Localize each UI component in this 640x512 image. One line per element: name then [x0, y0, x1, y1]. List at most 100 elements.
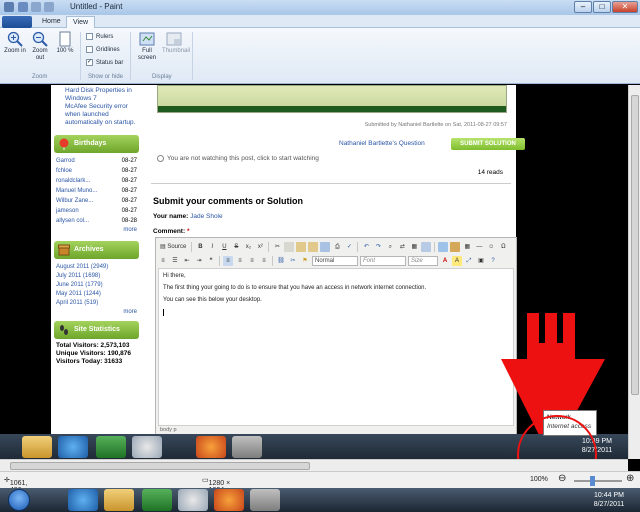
system-clock[interactable]: 10:44 PM 8/27/2011	[582, 491, 636, 509]
redo-icon[interactable]	[44, 2, 54, 12]
undo-icon[interactable]: ↶	[361, 242, 371, 252]
align-right-icon[interactable]: ≡	[247, 256, 257, 266]
find-icon[interactable]: ⌕	[385, 242, 395, 252]
remote-app-icon[interactable]	[232, 436, 262, 458]
comment-edit-area[interactable]: Hi there, The first thing your going to …	[158, 268, 514, 426]
zoom-slider[interactable]	[574, 476, 622, 486]
blockquote-icon[interactable]: ❝	[206, 256, 216, 266]
paint-app-icon[interactable]	[4, 2, 14, 12]
image-icon[interactable]	[438, 241, 449, 252]
watch-toggle[interactable]: You are not watching this post, click to…	[157, 155, 319, 162]
vertical-scrollbar[interactable]	[628, 85, 640, 459]
link-icon[interactable]: ⛓	[276, 256, 286, 266]
firefox-icon[interactable]	[214, 489, 244, 511]
close-button[interactable]: ✕	[612, 1, 638, 13]
unlink-icon[interactable]: ✂	[288, 256, 298, 266]
text-color-icon[interactable]: A	[440, 256, 450, 266]
birthday-name[interactable]: Garrod	[56, 156, 75, 166]
author-question-link[interactable]: Nathaniel Bartlette's Question	[339, 140, 425, 147]
paint-icon[interactable]	[178, 489, 208, 511]
birthday-name[interactable]: Manuel Muno...	[56, 186, 97, 196]
outdent-icon[interactable]: ⇤	[182, 256, 192, 266]
paint-canvas[interactable]: Hard Disk Properties in Windows 7 McAfee…	[0, 85, 628, 437]
sidebar-link[interactable]: McAfee Security error when launched auto…	[65, 103, 139, 127]
numbered-list-icon[interactable]: ≡	[158, 256, 168, 266]
submit-solution-button[interactable]: SUBMIT SOLUTION	[451, 138, 525, 150]
name-value[interactable]: Jade Shole	[190, 213, 223, 220]
birthday-name[interactable]: jameson	[56, 206, 79, 216]
justify-icon[interactable]: ≡	[259, 256, 269, 266]
birthday-name[interactable]: ronaldclark...	[56, 176, 90, 186]
remove-format-icon[interactable]	[421, 241, 432, 252]
size-select[interactable]: Size	[408, 255, 438, 266]
tab-view[interactable]: View	[66, 16, 96, 28]
birthday-name[interactable]: fchloe	[56, 166, 72, 176]
paint-icon[interactable]	[132, 436, 162, 458]
zoom-slider-knob[interactable]	[590, 476, 595, 486]
font-select[interactable]: Font	[360, 255, 406, 266]
archive-link[interactable]: June 2011 (1779)	[54, 281, 139, 290]
birthday-name[interactable]: allysen col...	[56, 216, 89, 226]
explorer-icon[interactable]	[104, 489, 134, 511]
start-button[interactable]	[8, 489, 30, 511]
archive-link[interactable]: July 2011 (1698)	[54, 272, 139, 281]
paint-menu-button[interactable]	[2, 16, 32, 28]
bg-color-icon[interactable]: A	[452, 255, 462, 266]
flash-icon[interactable]	[450, 241, 461, 252]
replace-icon[interactable]: ⇄	[397, 242, 407, 252]
underline-button[interactable]: U	[219, 242, 229, 252]
gridlines-checkbox[interactable]: Gridlines	[86, 46, 120, 53]
paste-icon[interactable]	[296, 241, 307, 252]
sidebar-link[interactable]: Hard Disk Properties in Windows 7	[65, 87, 139, 103]
save-icon[interactable]	[18, 2, 28, 12]
thumbnail-button[interactable]: Thumbnail	[162, 31, 190, 55]
ie-icon[interactable]	[58, 436, 88, 458]
archive-link[interactable]: May 2011 (1244)	[54, 290, 139, 299]
maximize-button[interactable]: □	[593, 1, 611, 13]
hr-icon[interactable]: ―	[474, 242, 484, 252]
redo-icon[interactable]: ↷	[373, 242, 383, 252]
source-button[interactable]: ▤ Source	[158, 242, 188, 252]
excel-icon[interactable]	[142, 489, 172, 511]
firefox-icon[interactable]	[196, 436, 226, 458]
archive-link[interactable]: April 2011 (519)	[54, 299, 139, 308]
format-select[interactable]: Normal	[312, 255, 358, 266]
bold-button[interactable]: B	[195, 242, 205, 252]
excel-icon[interactable]	[96, 436, 126, 458]
italic-button[interactable]: I	[207, 242, 217, 252]
undo-icon[interactable]	[31, 2, 41, 12]
show-blocks-icon[interactable]: ▣	[476, 256, 486, 266]
paste-word-icon[interactable]	[320, 241, 331, 252]
horizontal-scroll-thumb[interactable]	[10, 462, 310, 470]
vertical-scroll-thumb[interactable]	[631, 95, 639, 395]
align-left-icon[interactable]: ≡	[223, 255, 233, 266]
ie-icon[interactable]	[68, 489, 98, 511]
zoom-in-button[interactable]: Zoom in	[3, 31, 27, 55]
align-center-icon[interactable]: ≡	[235, 256, 245, 266]
tab-home[interactable]: Home	[36, 16, 67, 28]
table-icon[interactable]: ▦	[462, 242, 472, 252]
anchor-icon[interactable]: ⚑	[300, 256, 310, 266]
spellcheck-icon[interactable]: ✓	[344, 242, 354, 252]
archive-link[interactable]: August 2011 (2949)	[54, 263, 139, 272]
zoom-out-button[interactable]: Zoom out	[28, 31, 52, 62]
status-bar-checkbox[interactable]: ✓ Status bar	[86, 59, 123, 66]
zoom-out-small-icon[interactable]: ⊖	[558, 473, 566, 484]
cut-icon[interactable]: ✂	[272, 242, 282, 252]
indent-icon[interactable]: ⇥	[194, 256, 204, 266]
rulers-checkbox[interactable]: Rulers	[86, 33, 113, 40]
horizontal-scrollbar[interactable]	[0, 459, 628, 471]
explorer-icon[interactable]	[22, 436, 52, 458]
strike-button[interactable]: S	[231, 242, 241, 252]
smiley-icon[interactable]: ☺	[486, 242, 496, 252]
special-char-icon[interactable]: Ω	[498, 242, 508, 252]
subscript-button[interactable]: x₂	[243, 242, 253, 252]
zoom-in-small-icon[interactable]: ⊕	[626, 473, 634, 484]
select-all-icon[interactable]: ▦	[409, 242, 419, 252]
bullet-list-icon[interactable]: ☰	[170, 256, 180, 266]
superscript-button[interactable]: x²	[255, 242, 265, 252]
maximize-editor-icon[interactable]: ⤢	[464, 256, 474, 266]
copy-icon[interactable]	[284, 241, 295, 252]
birthday-name[interactable]: Wilbur Zane...	[56, 196, 93, 206]
about-icon[interactable]: ?	[488, 256, 498, 266]
